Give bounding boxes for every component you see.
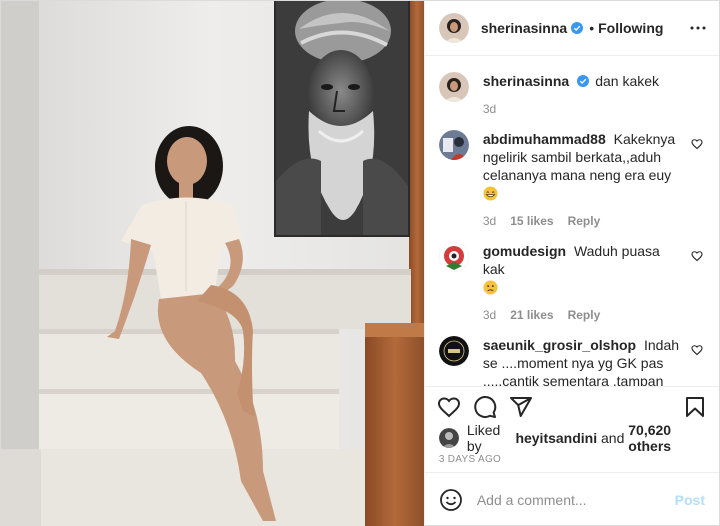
comment-item: abdimuhammad88 Kakeknya ngelirik sambil … <box>438 130 705 228</box>
caption-body: sherinasinna dan kakek 3d <box>483 72 705 116</box>
comment-body: gomudesign Waduh puasa kak 3d 21 likes R… <box>483 242 705 322</box>
following-button[interactable]: Following <box>598 20 663 36</box>
likes-and: and <box>601 430 625 446</box>
comment-bubble-icon[interactable] <box>473 395 497 419</box>
smile-icon[interactable] <box>439 488 463 512</box>
commenter-avatar[interactable] <box>438 130 469 160</box>
comment-meta: 3d 21 likes Reply <box>483 308 681 322</box>
caption: sherinasinna dan kakek 3d <box>438 72 705 116</box>
comment-username[interactable]: abdimuhammad88 <box>483 131 606 147</box>
comment-heart-icon[interactable] <box>691 344 703 356</box>
liker-username[interactable]: heyitsandini <box>515 430 597 446</box>
liker-avatar[interactable] <box>438 428 459 448</box>
comment-likes-count[interactable]: 15 likes <box>510 214 553 228</box>
caption-age: 3d <box>482 102 497 116</box>
comment-body: saeunik_grosir_olshop Indah se ....momen… <box>483 336 705 386</box>
caption-avatar[interactable] <box>438 72 469 102</box>
post-header: sherinasinna • Following <box>424 1 719 56</box>
separator-dot: • <box>589 20 595 36</box>
reply-button[interactable]: Reply <box>568 214 601 228</box>
comment-heart-icon[interactable] <box>691 138 703 150</box>
comment-body: abdimuhammad88 Kakeknya ngelirik sambil … <box>483 130 705 228</box>
comment-meta: 3d 15 likes Reply <box>483 214 681 228</box>
more-horizontal-icon[interactable] <box>689 19 707 37</box>
paper-plane-icon[interactable] <box>509 395 533 419</box>
verified-badge-icon <box>577 75 590 87</box>
photo-illustration <box>1 1 424 526</box>
grinning-emoji-icon <box>483 186 498 201</box>
commenter-avatar[interactable] <box>438 336 469 366</box>
verified-badge-icon <box>571 22 584 34</box>
add-comment-bar: Post <box>424 472 719 526</box>
comment-username[interactable]: saeunik_grosir_olshop <box>483 337 636 353</box>
comment-heart-icon[interactable] <box>691 250 703 262</box>
comment-username[interactable]: gomudesign <box>483 243 566 259</box>
comment-item: saeunik_grosir_olshop Indah se ....momen… <box>438 336 705 386</box>
caption-text: dan kakek <box>595 73 660 89</box>
post-photo[interactable] <box>1 1 424 526</box>
author-username[interactable]: sherinasinna <box>481 20 567 36</box>
instagram-post: sherinasinna • Following sherinasinna da… <box>0 0 720 526</box>
caption-username[interactable]: sherinasinna <box>483 73 569 89</box>
commenter-avatar[interactable] <box>438 242 469 272</box>
caption-text-line: sherinasinna dan kakek <box>483 72 681 90</box>
comment-text-line: abdimuhammad88 Kakeknya ngelirik sambil … <box>483 130 681 202</box>
post-timestamp[interactable]: 3 DAYS AGO <box>425 450 719 472</box>
likes-summary: Liked by heyitsandini and 70,620 others <box>425 422 719 454</box>
add-comment-input[interactable] <box>476 492 675 508</box>
author-avatar[interactable] <box>438 13 469 43</box>
post-actions-bar <box>424 386 719 426</box>
comment-age: 3d <box>482 214 497 228</box>
heart-icon[interactable] <box>437 395 461 419</box>
comment-age: 3d <box>482 308 497 322</box>
comments-list[interactable]: sherinasinna dan kakek 3d abdimuhammad88… <box>425 56 719 386</box>
comment-text-line: saeunik_grosir_olshop Indah se ....momen… <box>483 336 681 386</box>
post-comment-button[interactable]: Post <box>675 492 705 508</box>
bookmark-icon[interactable] <box>683 395 707 419</box>
reply-button[interactable]: Reply <box>568 308 601 322</box>
sad-emoji-icon <box>483 280 498 295</box>
comment-likes-count[interactable]: 21 likes <box>510 308 553 322</box>
comment-item: gomudesign Waduh puasa kak 3d 21 likes R… <box>438 242 705 322</box>
caption-meta: 3d <box>483 102 681 116</box>
comment-text-line: gomudesign Waduh puasa kak <box>483 242 681 296</box>
post-side-panel: sherinasinna • Following sherinasinna da… <box>423 1 719 526</box>
